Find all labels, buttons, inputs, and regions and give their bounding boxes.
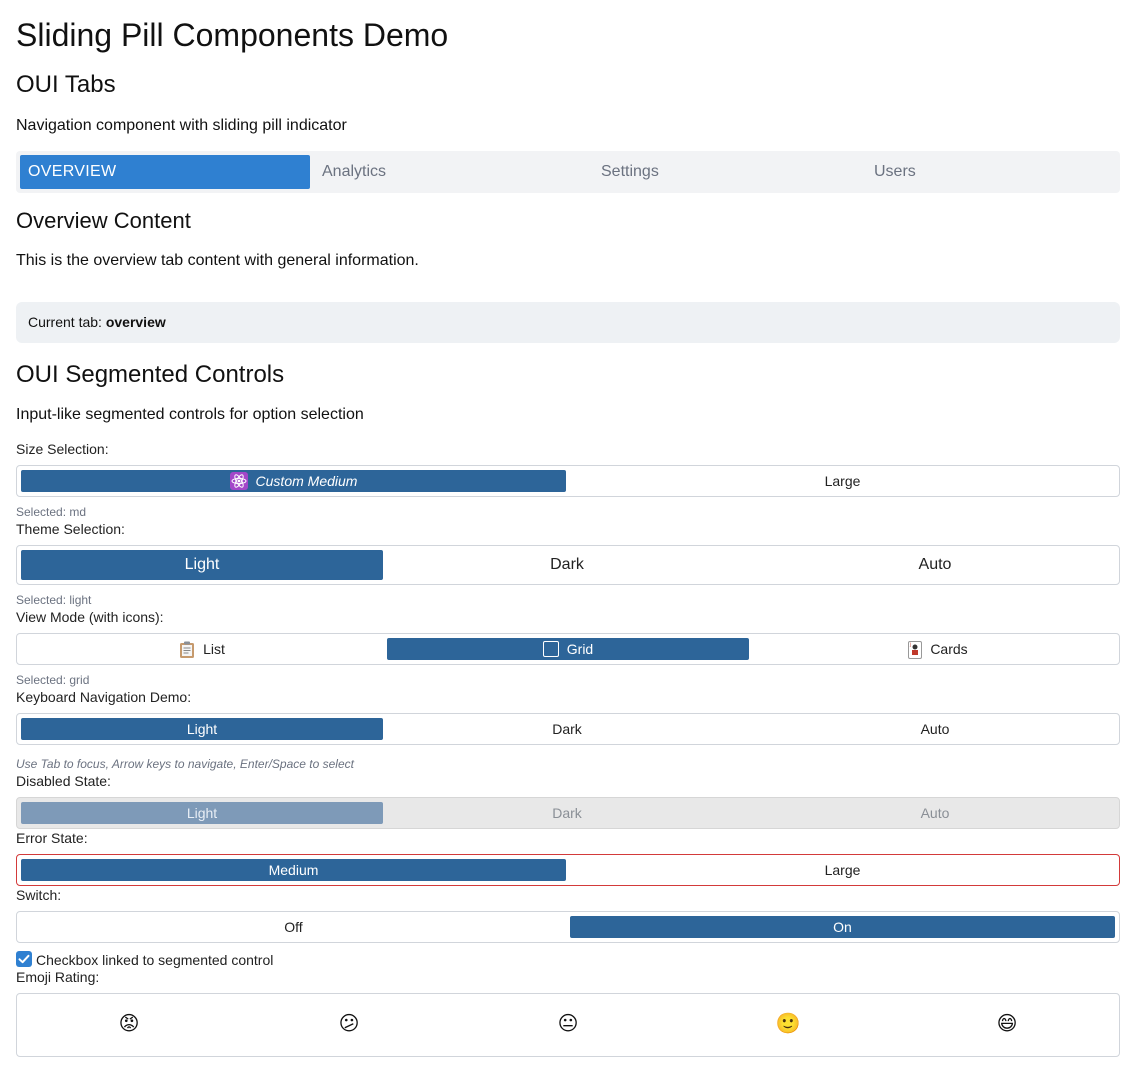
keyboard-option-light[interactable]: Light [21,718,383,740]
view-option-grid[interactable]: Grid [387,638,749,660]
theme-option-dark[interactable]: Dark [383,550,751,580]
view-option-list-label: List [203,641,225,657]
tab-content-heading: Overview Content [16,208,191,233]
error-option-large[interactable]: Large [566,859,1119,881]
emoji-option-confused[interactable]: 😕 [329,1012,369,1036]
tab-overview[interactable]: OVERVIEW [20,155,310,189]
keyboard-hint: Use Tab to focus, Arrow keys to navigate… [16,757,354,771]
theme-hint: Selected: light [16,593,92,607]
emoji-option-grin[interactable]: 😄 [987,1012,1027,1036]
disabled-option-light: Light [21,802,383,824]
keyboard-option-dark[interactable]: Dark [383,718,751,740]
tab-content-text: This is the overview tab content with ge… [16,252,419,269]
status-value: overview [105,314,166,330]
playing-card-icon: J [908,639,923,661]
view-option-list[interactable]: List [21,638,383,660]
square-icon [542,641,559,657]
view-option-cards-label: Cards [930,641,968,657]
switch-label: Switch: [16,887,62,903]
tabs-heading: OUI Tabs [16,71,116,98]
keyboard-option-auto[interactable]: Auto [751,718,1119,740]
theme-option-auto[interactable]: Auto [751,550,1119,580]
view-option-grid-label: Grid [566,641,594,657]
tab-users[interactable]: Users [874,155,916,189]
size-label: Size Selection: [16,441,109,457]
checkbox-label: Checkbox linked to segmented control [36,952,274,968]
view-mode-label: View Mode (with icons): [16,609,164,625]
disabled-option-auto: Auto [920,805,950,821]
tab-settings[interactable]: Settings [601,155,659,189]
check-icon [18,954,30,964]
error-segmented-control: Medium Large [16,854,1120,886]
keyboard-label: Keyboard Navigation Demo: [16,689,192,705]
clipboard-icon [179,639,195,661]
tab-analytics[interactable]: Analytics [322,155,386,189]
tabs-description: Navigation component with sliding pill i… [16,117,347,134]
disabled-option-dark: Dark [552,805,582,821]
error-option-medium[interactable]: Medium [21,859,566,881]
size-option-label: Custom Medium [255,473,358,489]
theme-segmented-control: Light Dark Auto [16,545,1120,585]
theme-option-light[interactable]: Light [21,550,383,580]
view-option-cards[interactable]: J Cards [757,638,1119,660]
segmented-description: Input-like segmented controls for option… [16,406,364,423]
size-option-custom-medium[interactable]: Custom Medium [21,470,566,492]
linked-checkbox[interactable] [16,951,32,967]
emoji-option-slight-smile[interactable]: 🙂 [768,1012,808,1036]
error-label: Error State: [16,830,88,846]
segmented-heading: OUI Segmented Controls [16,361,285,388]
atom-icon [229,472,248,490]
current-tab-status: Current tab: overview [16,302,1120,343]
page-title: Sliding Pill Components Demo [16,17,449,53]
keyboard-segmented-control: Light Dark Auto [16,713,1120,745]
disabled-segmented-control: Light Dark Auto [16,797,1120,829]
status-label: Current tab: [28,314,106,330]
switch-segmented-control: Off On [16,911,1120,943]
emoji-option-neutral[interactable]: 😐 [548,1012,588,1036]
tab-bar: OVERVIEW Analytics Settings Users [16,151,1120,193]
switch-option-off[interactable]: Off [21,916,566,938]
size-option-large[interactable]: Large [566,470,1119,492]
view-mode-hint: Selected: grid [16,673,90,687]
disabled-label: Disabled State: [16,773,111,789]
size-segmented-control: Custom Medium Large [16,465,1120,497]
size-hint: Selected: md [16,505,87,519]
switch-option-on[interactable]: On [570,916,1115,938]
svg-text:J: J [909,642,911,647]
theme-label: Theme Selection: [16,521,125,537]
view-mode-segmented-control: List Grid J Cards [16,633,1120,665]
emoji-rating-label: Emoji Rating: [16,969,100,985]
emoji-option-angry[interactable]: 😡 [109,1012,149,1036]
